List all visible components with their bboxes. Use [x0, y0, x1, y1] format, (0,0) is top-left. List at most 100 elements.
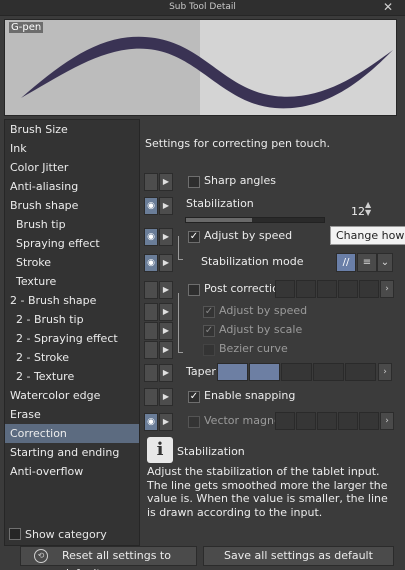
- taper-seg[interactable]: [217, 363, 248, 381]
- adjust-by-speed-checkbox[interactable]: ✓: [188, 231, 200, 243]
- category-item[interactable]: Ink: [5, 139, 139, 158]
- post-correction-checkbox[interactable]: [188, 284, 200, 296]
- taper-seg[interactable]: [313, 363, 344, 381]
- category-item[interactable]: Brush tip: [5, 215, 139, 234]
- category-item[interactable]: Anti-overflow: [5, 462, 139, 481]
- enable-snapping-label: Enable snapping: [204, 389, 296, 402]
- category-item[interactable]: Erase: [5, 405, 139, 424]
- expand-arrow-icon[interactable]: ▶: [159, 173, 173, 191]
- sharp-angles-checkbox[interactable]: [188, 176, 200, 188]
- post-correction-seg[interactable]: [275, 280, 295, 298]
- show-category-toggle[interactable]: Show category: [9, 528, 107, 541]
- visibility-toggle[interactable]: [144, 303, 158, 321]
- more-arrow-icon[interactable]: ›: [380, 412, 394, 430]
- info-text: Adjust the stabilization of the tablet i…: [147, 465, 388, 519]
- visibility-toggle[interactable]: [144, 364, 158, 382]
- eye-icon[interactable]: ◉: [144, 413, 158, 431]
- reset-icon: ⟲: [34, 549, 48, 563]
- category-item[interactable]: Color Jitter: [5, 158, 139, 177]
- visibility-toggle[interactable]: [144, 388, 158, 406]
- category-item[interactable]: 2 - Stroke: [5, 348, 139, 367]
- expand-arrow-icon[interactable]: ▶: [159, 413, 173, 431]
- stabilization-mode-label: Stabilization mode: [201, 255, 304, 268]
- category-item[interactable]: Correction: [5, 424, 139, 443]
- spin-arrows-icon[interactable]: ▲ ▼: [365, 201, 371, 217]
- vector-magnet-seg[interactable]: [275, 412, 295, 430]
- expand-arrow-icon[interactable]: ▶: [159, 364, 173, 382]
- mode-pages-icon[interactable]: ≡: [357, 253, 377, 272]
- expand-arrow-icon[interactable]: ▶: [159, 254, 173, 272]
- taper-seg[interactable]: [281, 363, 312, 381]
- save-settings-button[interactable]: Save all settings as default: [203, 546, 394, 566]
- stabilization-value: 12: [351, 205, 365, 218]
- adjust-by-speed-label: Adjust by speed: [204, 229, 293, 242]
- category-item[interactable]: Spraying effect: [5, 234, 139, 253]
- eye-icon[interactable]: ◉: [144, 228, 158, 246]
- vector-magnet-seg[interactable]: [317, 412, 337, 430]
- category-item[interactable]: Starting and ending: [5, 443, 139, 462]
- reset-settings-button[interactable]: ⟲ Reset all settings to default: [20, 546, 197, 570]
- category-item[interactable]: Anti-aliasing: [5, 177, 139, 196]
- post-correction-seg[interactable]: [359, 280, 379, 298]
- expand-arrow-icon[interactable]: ▶: [159, 303, 173, 321]
- row-bezier-curve: ▶ Bezier curve: [141, 339, 397, 360]
- visibility-toggle[interactable]: [144, 341, 158, 359]
- close-icon[interactable]: ✕: [383, 0, 393, 14]
- category-item[interactable]: 2 - Brush shape: [5, 291, 139, 310]
- stabilization-label: Stabilization: [186, 197, 254, 210]
- eye-icon[interactable]: ◉: [144, 254, 158, 272]
- vector-magnet-seg[interactable]: [338, 412, 358, 430]
- post-correction-seg[interactable]: [296, 280, 316, 298]
- vector-magnet-seg[interactable]: [296, 412, 316, 430]
- vector-magnet-seg[interactable]: [359, 412, 379, 430]
- row-sub-adjust-speed: ▶ ✓ Adjust by speed: [141, 293, 397, 353]
- category-item[interactable]: Brush Size: [5, 120, 139, 139]
- expand-arrow-icon[interactable]: ▶: [159, 197, 173, 215]
- stabilization-slider[interactable]: [185, 217, 325, 223]
- expand-arrow-icon[interactable]: ▶: [159, 281, 173, 299]
- sharp-angles-label: Sharp angles: [204, 174, 276, 187]
- stabilization-slider-fill: [186, 218, 253, 222]
- mode-dropdown-icon[interactable]: ⌄: [377, 253, 393, 272]
- window-title: Sub Tool Detail: [169, 2, 236, 12]
- expand-arrow-icon[interactable]: ▶: [159, 228, 173, 246]
- expand-arrow-icon[interactable]: ▶: [159, 322, 173, 340]
- mode-brush-icon[interactable]: //: [336, 253, 356, 272]
- category-item[interactable]: Brush shape: [5, 196, 139, 215]
- panel-heading: Settings for correcting pen touch.: [145, 137, 331, 150]
- sub-adjust-scale-checkbox[interactable]: ✓: [203, 325, 215, 337]
- visibility-toggle[interactable]: [144, 173, 158, 191]
- category-item[interactable]: 2 - Texture: [5, 367, 139, 386]
- category-item[interactable]: 2 - Brush tip: [5, 310, 139, 329]
- vector-magnet-checkbox[interactable]: [188, 416, 200, 428]
- taper-seg[interactable]: [249, 363, 280, 381]
- category-item[interactable]: 2 - Spraying effect: [5, 329, 139, 348]
- visibility-toggle[interactable]: [144, 281, 158, 299]
- post-correction-seg[interactable]: [317, 280, 337, 298]
- row-enable-snapping: ▶ ✓ Enable snapping: [141, 386, 397, 407]
- info-icon: i: [147, 437, 173, 463]
- category-item[interactable]: Stroke: [5, 253, 139, 272]
- taper-seg[interactable]: [345, 363, 376, 381]
- visibility-toggle[interactable]: [144, 322, 158, 340]
- sub-adjust-speed-checkbox[interactable]: ✓: [203, 306, 215, 318]
- row-stabilization-mode: ◉ ▶ Stabilization mode // ≡ ⌄: [141, 252, 397, 273]
- reset-settings-label: Reset all settings to default: [62, 549, 171, 570]
- expand-arrow-icon[interactable]: ▶: [159, 341, 173, 359]
- more-arrow-icon[interactable]: ›: [378, 363, 392, 381]
- show-category-label: Show category: [25, 528, 107, 541]
- category-item[interactable]: Texture: [5, 272, 139, 291]
- sub-adjust-speed-label: Adjust by speed: [219, 304, 308, 317]
- more-arrow-icon[interactable]: ›: [380, 280, 394, 298]
- save-settings-label: Save all settings as default: [224, 549, 373, 562]
- post-correction-seg[interactable]: [338, 280, 358, 298]
- title-bar: Sub Tool Detail ✕: [0, 0, 405, 16]
- row-stabilization: ◉ ▶ Stabilization 12 ▲ ▼: [141, 195, 397, 225]
- show-category-checkbox[interactable]: [9, 528, 21, 540]
- eye-icon[interactable]: ◉: [144, 197, 158, 215]
- category-item[interactable]: Watercolor edge: [5, 386, 139, 405]
- vector-magnet-label: Vector magnet: [204, 414, 286, 427]
- expand-arrow-icon[interactable]: ▶: [159, 388, 173, 406]
- bezier-curve-checkbox[interactable]: [203, 344, 215, 356]
- enable-snapping-checkbox[interactable]: ✓: [188, 391, 200, 403]
